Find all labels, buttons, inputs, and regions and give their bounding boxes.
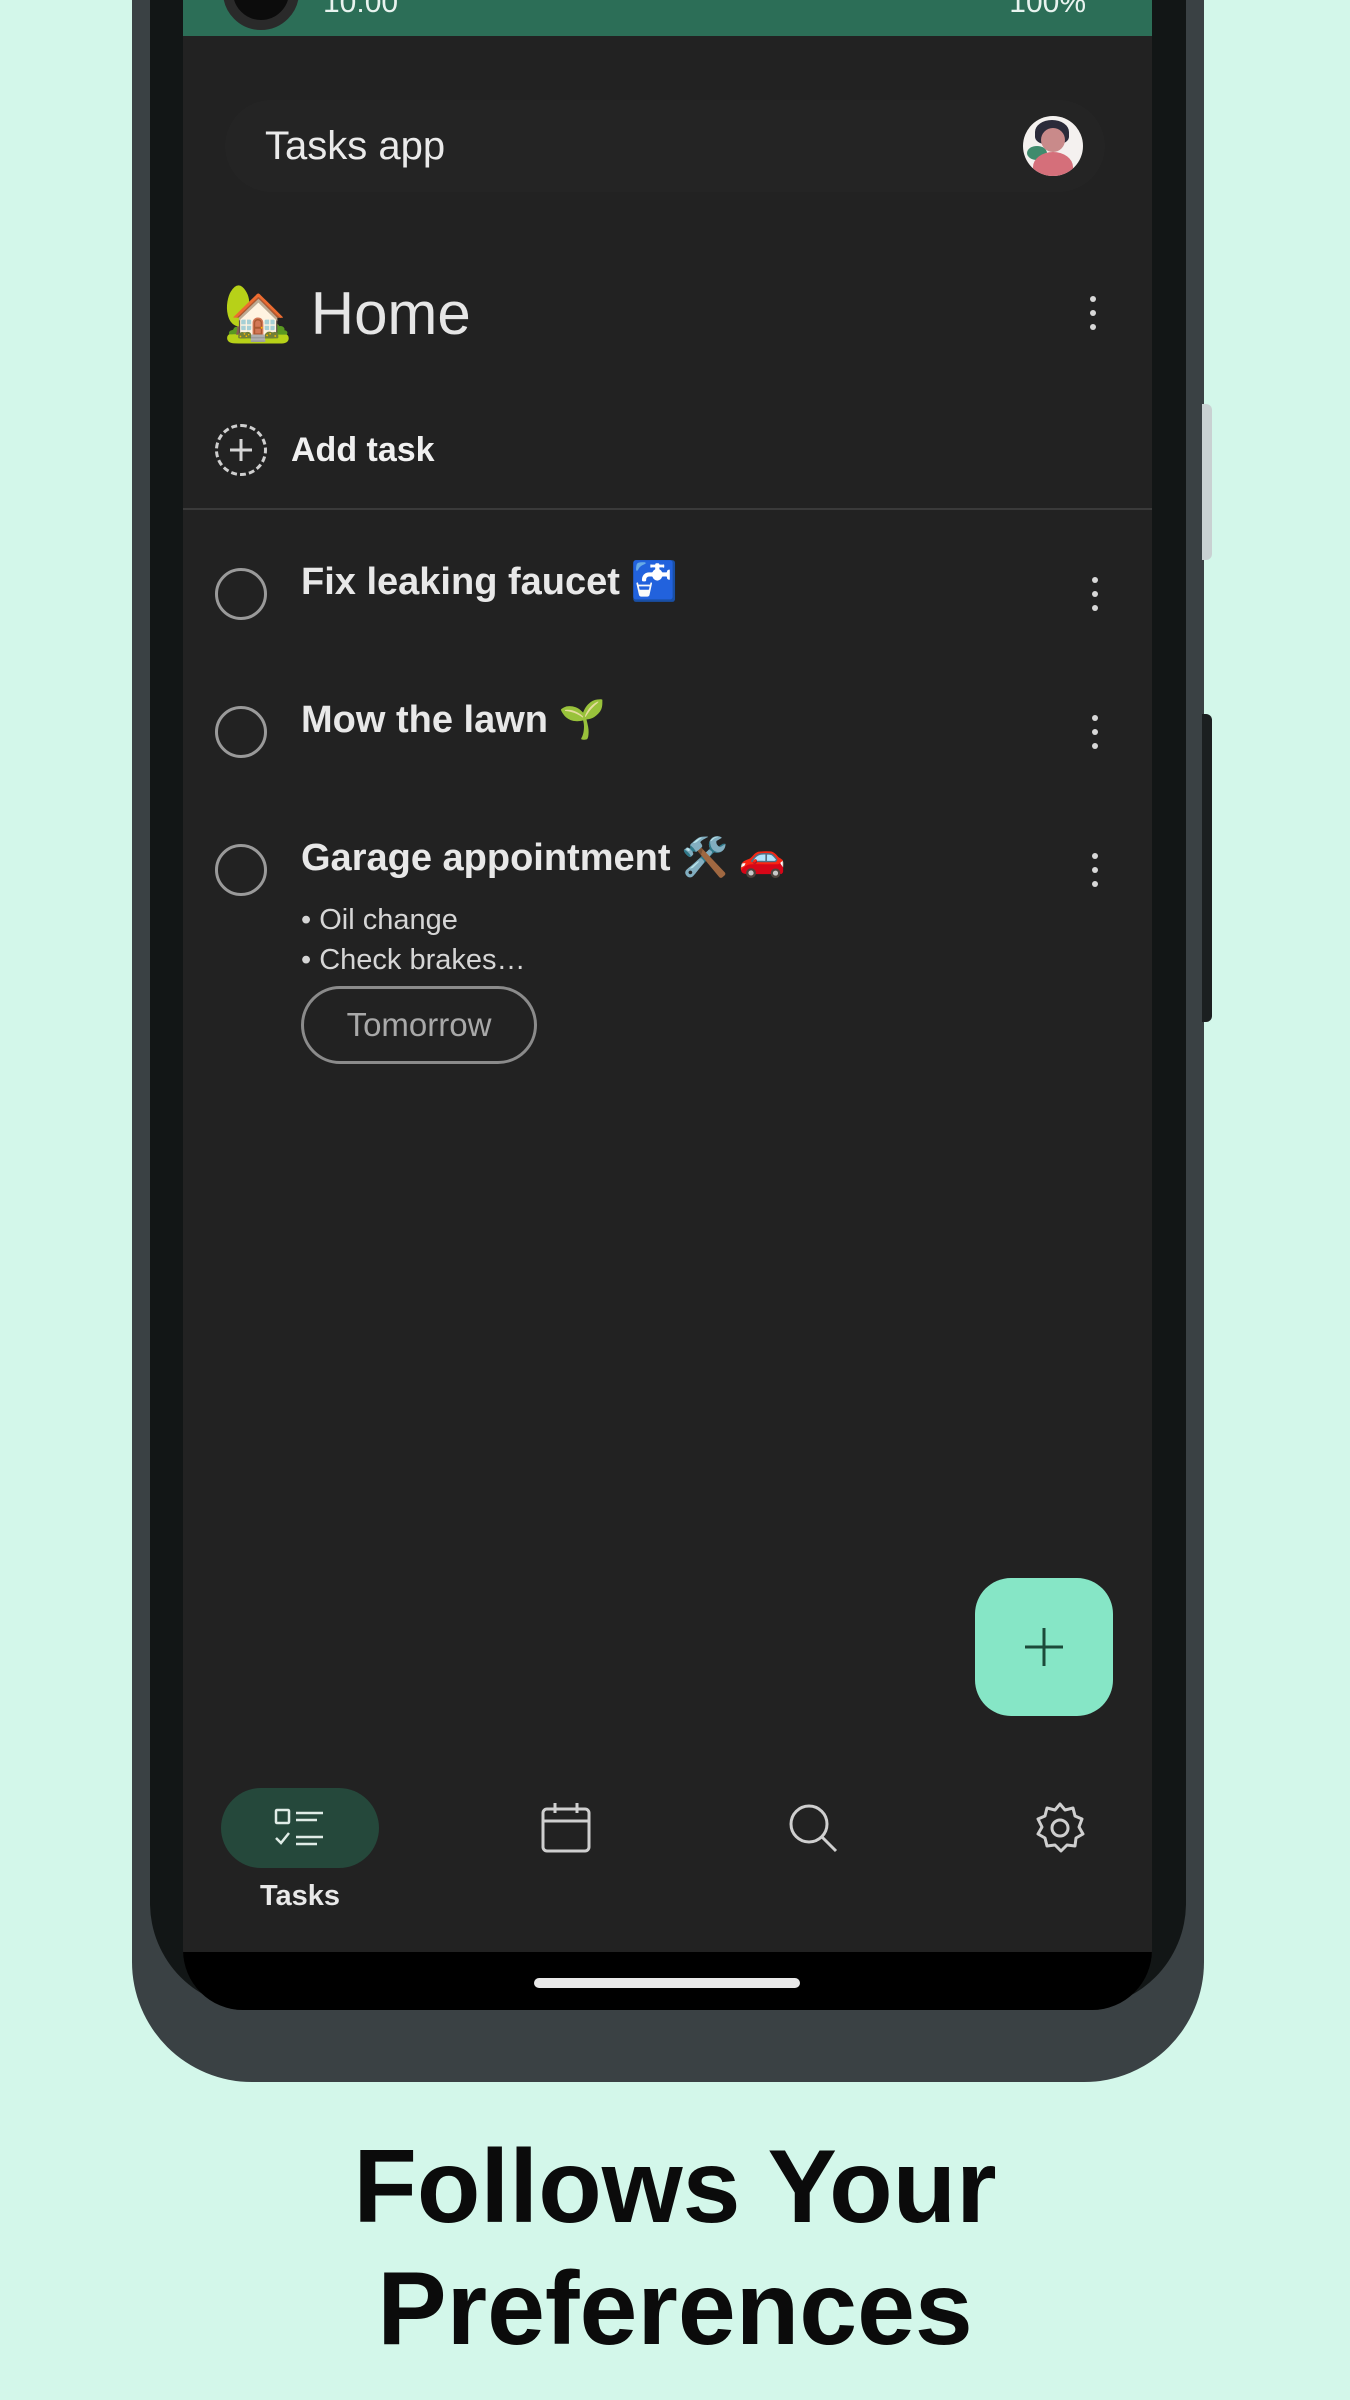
nav-search[interactable] [733,1788,893,1868]
calendar-icon [526,1788,606,1868]
bottom-navigation: Tasks [183,1760,1152,1913]
add-circle-icon [215,424,267,476]
status-time: 10:00 [323,0,399,19]
gear-icon [1020,1788,1100,1868]
search-icon [773,1788,853,1868]
add-task-button[interactable]: Add task [215,420,435,480]
task-note-line: • Check brakes… [301,944,526,976]
account-avatar[interactable] [1023,116,1083,176]
avatar-head [1041,128,1065,152]
nav-tasks[interactable]: Tasks [220,1788,380,1913]
task-checkbox[interactable] [215,568,267,620]
due-date-chip[interactable]: Tomorrow [301,986,537,1064]
nav-settings[interactable] [980,1788,1140,1868]
search-app-bar[interactable]: Tasks app [225,100,1105,192]
caption-line: Preferences [377,2251,973,2367]
task-notes: • Oil change • Check brakes… [301,900,526,980]
nav-tasks-label: Tasks [259,1880,341,1912]
list-title: 🏡 Home [223,279,471,348]
task-note-line: • Oil change [301,904,458,936]
task-checkbox[interactable] [215,844,267,896]
battery-level: 100% [1009,0,1086,19]
caption-line: Follows Your [353,2129,997,2245]
status-bar: 10:00 100% [183,0,1152,36]
phone-side-button [1202,404,1212,560]
avatar-body [1033,152,1073,176]
task-item[interactable]: Mow the lawn 🌱 [215,698,1115,788]
add-task-fab[interactable] [975,1578,1113,1716]
phone-power-button [1202,714,1212,1022]
app-title: Tasks app [265,123,446,168]
task-item[interactable]: Garage appointment 🛠️ 🚗 • Oil change • C… [215,836,1115,1076]
task-title: Garage appointment 🛠️ 🚗 [301,837,787,879]
checklist-icon [274,1808,323,1846]
task-more-options-icon[interactable] [1075,702,1115,762]
camera-cutout [223,0,299,30]
plus-icon [1025,1628,1063,1666]
divider [183,508,1152,510]
nav-calendar[interactable] [486,1788,646,1868]
promo-stage: 10:00 100% Tasks app 🏡 Home Add task Fix… [0,0,1350,2400]
task-item[interactable]: Fix leaking faucet 🚰 [215,560,1115,650]
task-more-options-icon[interactable] [1075,564,1115,624]
task-more-options-icon[interactable] [1075,840,1115,900]
task-checkbox[interactable] [215,706,267,758]
home-gesture-handle[interactable] [534,1978,800,1988]
task-title: Fix leaking faucet 🚰 [301,561,678,603]
add-task-label: Add task [291,430,435,469]
house-icon: 🏡 [223,281,293,344]
list-more-options-icon[interactable] [1073,283,1113,343]
list-header: 🏡 Home [223,268,1113,358]
task-title: Mow the lawn 🌱 [301,699,606,741]
nav-tasks-active-indicator [221,1788,379,1868]
list-name: Home [310,279,471,347]
promo-caption: Follows Your Preferences [0,2126,1350,2370]
app-screen: 10:00 100% Tasks app 🏡 Home Add task Fix… [183,0,1152,2010]
